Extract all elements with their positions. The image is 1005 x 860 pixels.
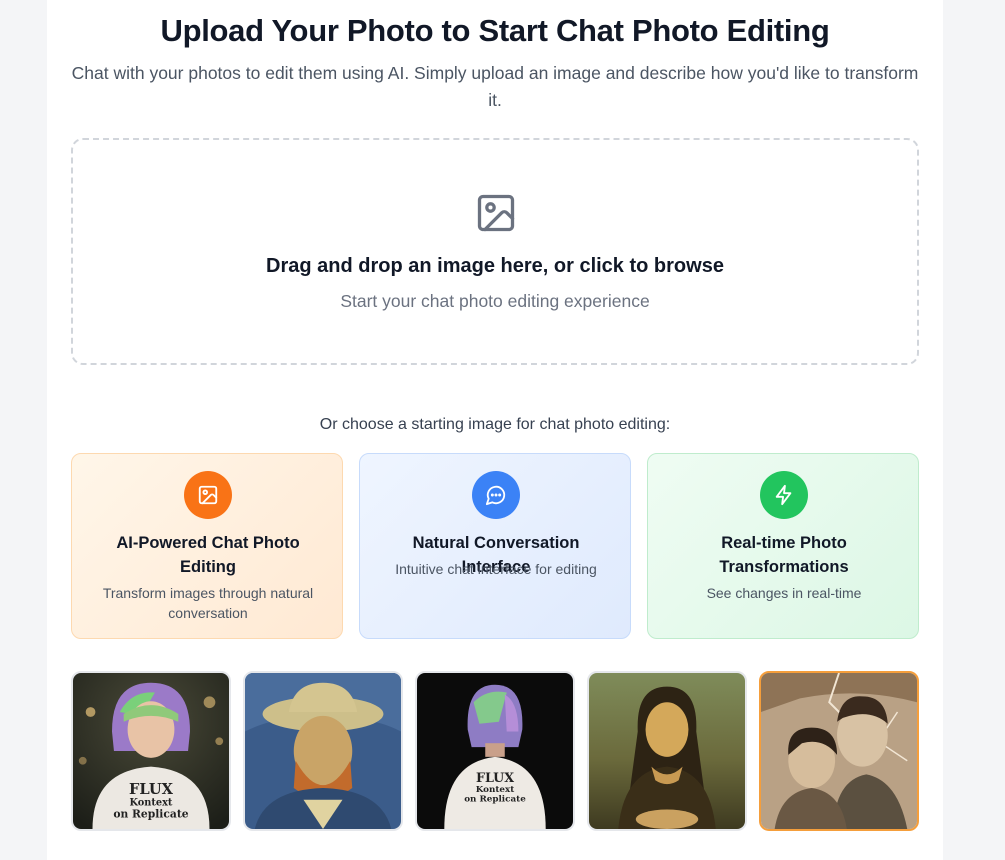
starter-image-van-gogh[interactable] [243, 671, 403, 831]
photo-van-gogh-portrait [245, 673, 401, 829]
shirt-text: FLUX [129, 781, 174, 798]
lightning-icon [775, 484, 792, 506]
shirt-text: Kontext [476, 785, 515, 795]
starter-prompt: Or choose a starting image for chat phot… [319, 416, 671, 433]
feature-card-realtime: Real-time Photo Transformations See chan… [647, 453, 919, 639]
dropzone-title: Drag and drop an image here, or click to… [266, 255, 724, 277]
image-icon [477, 194, 515, 232]
page-title: Upload Your Photo to Start Chat Photo Ed… [160, 13, 830, 48]
feature-description: See changes in real-time [706, 585, 862, 601]
photo-woman-flux-shirt: FLUX Kontext on Replicate [73, 673, 229, 829]
shirt-text: on Replicate [464, 795, 526, 805]
feature-card-conversation: Natural Conversation Interface Intuitive… [359, 453, 631, 639]
dropzone-subtitle: Start your chat photo editing experience [340, 291, 650, 311]
image-dropzone[interactable]: Drag and drop an image here, or click to… [71, 138, 919, 365]
shirt-text: on Replicate [113, 807, 188, 820]
starter-image-vintage-couple[interactable] [759, 671, 919, 831]
photo-mona-lisa [589, 673, 745, 829]
starter-image-woman-back[interactable]: FLUX Kontext on Replicate [415, 671, 575, 831]
feature-description: Intuitive chat interface for editing [395, 561, 597, 577]
feature-description: Transform images through natural convers… [102, 585, 314, 621]
photo-vintage-couple [761, 673, 917, 829]
shirt-text: FLUX [476, 770, 514, 785]
photo-woman-back-flux-shirt: FLUX Kontext on Replicate [417, 673, 573, 829]
page-subtitle: Chat with your photos to edit them using… [71, 63, 919, 110]
starter-image-mona-lisa[interactable] [587, 671, 747, 831]
image-icon [198, 485, 218, 505]
feature-title: AI-Powered Chat Photo Editing [116, 534, 300, 576]
feature-card-ai-editing: AI-Powered Chat Photo Editing Transform … [71, 453, 343, 639]
chat-bubble-icon [485, 485, 506, 506]
feature-title: Real-time Photo Transformations [719, 534, 849, 576]
starter-image-woman-flux-shirt[interactable]: FLUX Kontext on Replicate [71, 671, 231, 831]
main-content: Upload Your Photo to Start Chat Photo Ed… [47, 0, 943, 860]
